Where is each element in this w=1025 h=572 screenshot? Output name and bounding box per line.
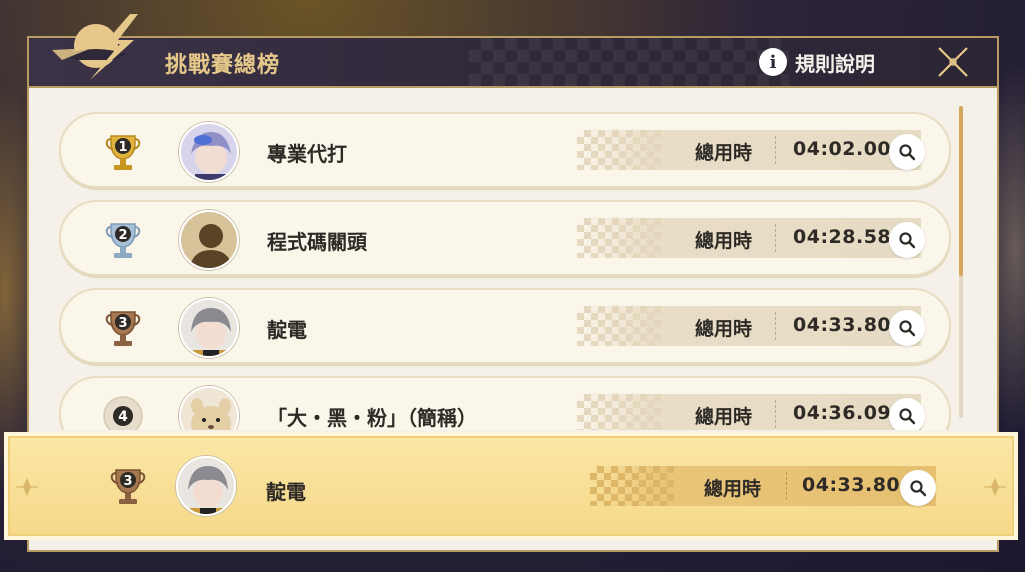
time-value: 04:02.00 xyxy=(793,138,892,160)
page-title: 挑戰賽總榜 xyxy=(165,53,281,78)
challenge-emblem-icon xyxy=(52,14,138,80)
time-label: 總用時 xyxy=(695,406,753,428)
info-icon: i xyxy=(759,48,787,76)
player-name: 「大・黑・粉」（簡稱） xyxy=(267,406,477,430)
my-ranking-row[interactable]: 3 靛電 總用時 04:33.80 xyxy=(8,436,1014,536)
close-button[interactable] xyxy=(935,44,971,80)
view-replay-button[interactable] xyxy=(889,398,925,430)
view-replay-button[interactable] xyxy=(889,134,925,170)
leaderboard-list[interactable]: 1 專業代打 總用時 04:02.00 2 程式碼關頭 總用時 04:28.58… xyxy=(59,110,953,430)
divider xyxy=(775,224,776,252)
player-name: 靛電 xyxy=(267,318,307,342)
rank-number: 3 xyxy=(123,474,132,489)
view-replay-button[interactable] xyxy=(889,310,925,346)
leaderboard-row[interactable]: 3 靛電 總用時 04:33.80 xyxy=(59,288,951,364)
trophy-icon: 3 xyxy=(105,311,141,346)
trophy-icon: 3 xyxy=(110,469,146,504)
trophy-icon: 2 xyxy=(105,223,141,258)
view-replay-button[interactable] xyxy=(900,470,936,506)
avatar xyxy=(176,456,236,516)
time-value: 04:36.09 xyxy=(793,402,892,424)
time-value: 04:28.58 xyxy=(793,226,892,248)
rules-button[interactable]: i 規則說明 xyxy=(759,47,875,77)
search-icon xyxy=(899,232,916,249)
checker-pattern xyxy=(577,394,661,430)
avatar xyxy=(179,210,239,270)
search-icon xyxy=(899,320,916,337)
divider xyxy=(775,400,776,428)
search-icon xyxy=(899,144,916,161)
player-name: 程式碼關頭 xyxy=(267,230,367,254)
leaderboard-row[interactable]: 1 專業代打 總用時 04:02.00 xyxy=(59,112,951,188)
close-icon xyxy=(938,47,968,77)
rank-number: 2 xyxy=(118,228,127,243)
rank-number: 3 xyxy=(118,316,127,331)
checker-pattern xyxy=(577,218,661,258)
time-label: 總用時 xyxy=(695,318,753,340)
header-checker-pattern xyxy=(469,38,789,86)
rank-number: 4 xyxy=(118,409,128,425)
scrollbar[interactable] xyxy=(959,106,963,418)
divider xyxy=(775,312,776,340)
rank-circle: 4 xyxy=(103,396,143,430)
time-value: 04:33.80 xyxy=(793,314,892,336)
divider xyxy=(775,136,776,164)
checker-pattern xyxy=(590,466,674,506)
search-icon xyxy=(899,408,916,425)
divider xyxy=(786,472,787,500)
avatar xyxy=(179,122,239,182)
player-name: 專業代打 xyxy=(267,142,347,166)
checker-pattern xyxy=(577,306,661,346)
time-label: 總用時 xyxy=(695,230,753,252)
panel-header: 挑戰賽總榜 i 規則說明 xyxy=(29,38,997,88)
leaderboard-row[interactable]: 2 程式碼關頭 總用時 04:28.58 xyxy=(59,200,951,276)
scroll-thumb[interactable] xyxy=(959,106,963,276)
time-label: 總用時 xyxy=(704,478,762,500)
player-name: 靛電 xyxy=(266,480,306,504)
diamond-ornament-icon xyxy=(984,478,1006,496)
time-value: 04:33.80 xyxy=(802,474,901,496)
avatar xyxy=(179,298,239,358)
trophy-icon: 1 xyxy=(105,135,141,170)
rules-label: 規則說明 xyxy=(795,51,875,76)
time-label: 總用時 xyxy=(695,142,753,164)
view-replay-button[interactable] xyxy=(889,222,925,258)
checker-pattern xyxy=(577,130,661,170)
leaderboard-row[interactable]: 4 「大・黑・粉」（簡稱） 總用時 04:36.09 xyxy=(59,376,951,430)
diamond-ornament-icon xyxy=(16,478,38,496)
search-icon xyxy=(910,480,927,497)
rank-number: 1 xyxy=(118,140,127,155)
avatar xyxy=(179,386,239,430)
